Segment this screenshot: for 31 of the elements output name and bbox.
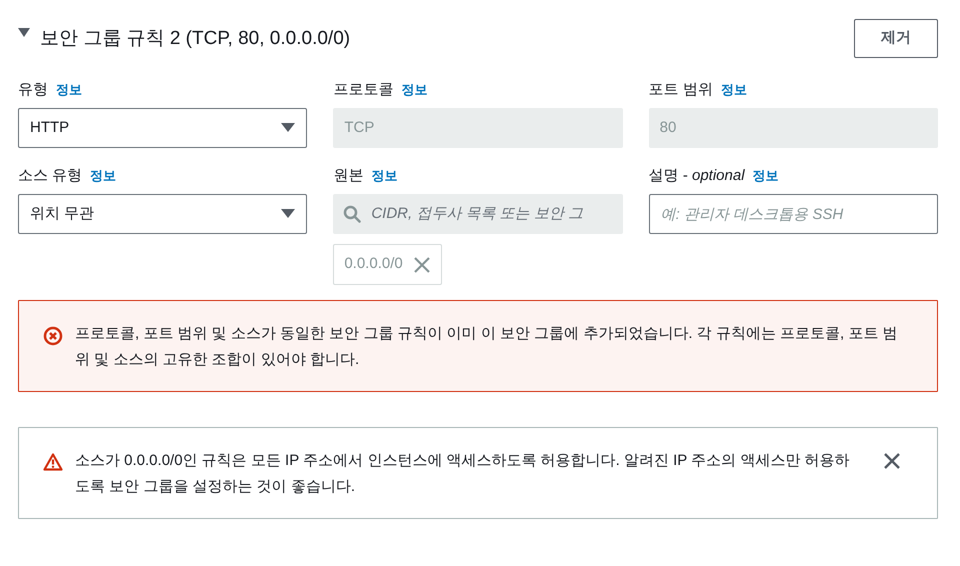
info-link[interactable]: 정보 — [720, 80, 747, 100]
close-icon[interactable] — [883, 452, 901, 470]
info-link[interactable]: 정보 — [401, 80, 428, 100]
search-icon — [343, 205, 362, 223]
select-field[interactable]: HTTP — [18, 108, 308, 148]
field-label: 설명 - optional — [648, 166, 745, 186]
description-input[interactable]: 예: 관리자 데스크톱용 SSH — [648, 194, 938, 234]
disabled-field: TCP — [333, 108, 623, 148]
select-field[interactable]: 위치 무관 — [18, 194, 308, 234]
info-link[interactable]: 정보 — [371, 166, 398, 186]
info-link[interactable]: 정보 — [90, 166, 116, 186]
field-label: 소스 유형 — [18, 166, 82, 186]
error-circle-icon — [43, 326, 63, 346]
field-label: 포트 범위 — [648, 80, 713, 100]
expand-caret-icon[interactable] — [18, 28, 30, 38]
alert-message: 프로토콜, 포트 범위 및 소스가 동일한 보안 그룹 규칙이 이미 이 보안 그룹에 추가되었습니다. 각 규칙에는 프로토콜, 포트 범위 및 소스의 고유한 조합이 있어야 합니다. — [75, 324, 899, 370]
field-label: 원본 — [333, 166, 364, 186]
search-field[interactable]: CIDR, 접두사 목록 또는 보안 그 — [333, 194, 623, 234]
alert-message: 소스가 0.0.0.0/0인 규칙은 모든 IP 주소에서 인스턴스에 액세스하도록 허용합니다. 알려진 IP 주소의 액세스만 허용하도록 보안 그룹을 설정하는 것이 좋습니다. — [75, 451, 851, 497]
disabled-field: 80 — [648, 108, 938, 148]
close-icon[interactable] — [412, 256, 431, 274]
rule-title: 보안 그룹 규칙 2 (TCP, 80, 0.0.0.0/0) — [40, 28, 350, 48]
remove-button[interactable]: 제거 — [854, 18, 938, 58]
token-text: 0.0.0.0/0 — [344, 254, 403, 274]
dropdown-caret-icon — [281, 209, 296, 219]
info-link[interactable]: 정보 — [56, 80, 82, 100]
dropdown-caret-icon — [281, 123, 296, 133]
warning-triangle-icon — [43, 453, 63, 471]
field-label: 프로토콜 — [333, 80, 394, 100]
field-label: 유형 — [18, 80, 48, 100]
info-link[interactable]: 정보 — [752, 166, 779, 186]
